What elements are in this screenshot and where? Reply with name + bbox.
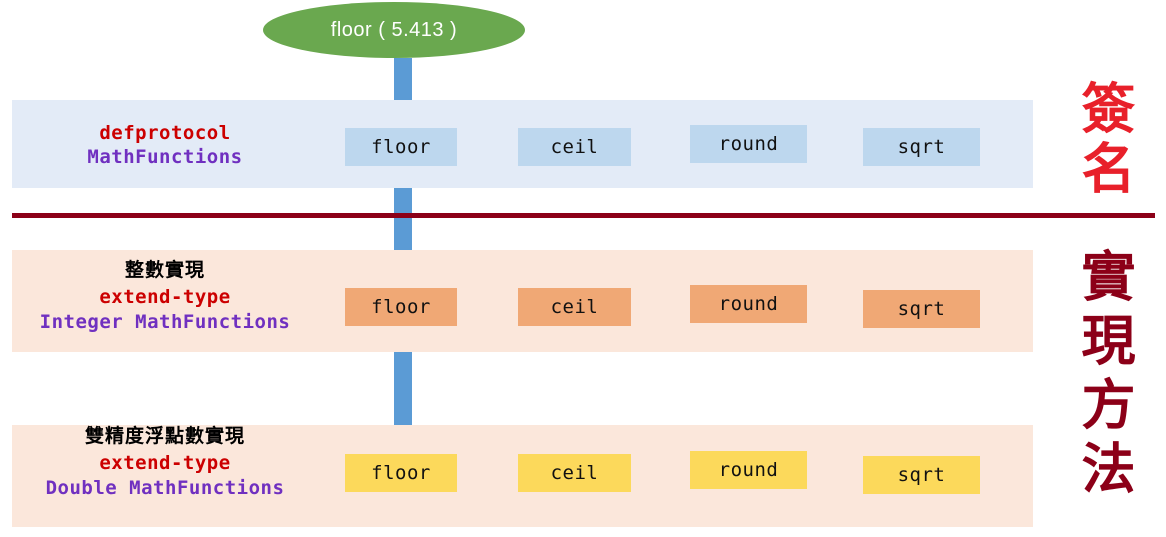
band-signature-type: MathFunctions: [87, 146, 243, 169]
integer-fn-floor[interactable]: floor: [345, 288, 457, 326]
double-fn-ceil[interactable]: ceil: [518, 454, 631, 492]
band-signature-label: defprotocol MathFunctions: [0, 121, 330, 170]
signature-fn-sqrt[interactable]: sqrt: [863, 128, 980, 166]
band-double-impl-label: 雙精度浮點數實現 extend-type Double MathFunction…: [0, 424, 330, 500]
section-divider-line: [12, 213, 1155, 218]
band-signature-keyword: defprotocol: [99, 122, 231, 144]
signature-fn-ceil[interactable]: ceil: [518, 128, 631, 166]
double-fn-sqrt[interactable]: sqrt: [863, 456, 980, 494]
integer-fn-sqrt[interactable]: sqrt: [863, 290, 980, 328]
band-double-impl-keyword: extend-type: [99, 452, 231, 475]
band-integer-impl-type: Integer MathFunctions: [39, 310, 291, 333]
caption-implementation-method: 實現方法: [1072, 248, 1136, 504]
integer-fn-round[interactable]: round: [690, 285, 807, 323]
integer-fn-ceil[interactable]: ceil: [518, 288, 631, 326]
band-integer-impl-label: 整數實現 extend-type Integer MathFunctions: [0, 258, 330, 334]
call-expression-ellipse: floor ( 5.413 ): [263, 2, 525, 58]
band-integer-impl-title: 整數實現: [124, 259, 205, 281]
band-double-impl-type: Double MathFunctions: [45, 476, 285, 499]
signature-fn-floor[interactable]: floor: [345, 128, 457, 166]
band-integer-impl-keyword: extend-type: [99, 286, 231, 309]
double-fn-floor[interactable]: floor: [345, 454, 457, 492]
band-double-impl-title: 雙精度浮點數實現: [84, 425, 245, 447]
diagram-canvas: floor ( 5.413 ) defprotocol MathFunction…: [0, 0, 1166, 537]
call-expression-label: floor ( 5.413 ): [330, 18, 458, 41]
double-fn-round[interactable]: round: [690, 451, 807, 489]
signature-fn-round[interactable]: round: [690, 125, 807, 163]
caption-signature: 簽名: [1072, 80, 1136, 200]
